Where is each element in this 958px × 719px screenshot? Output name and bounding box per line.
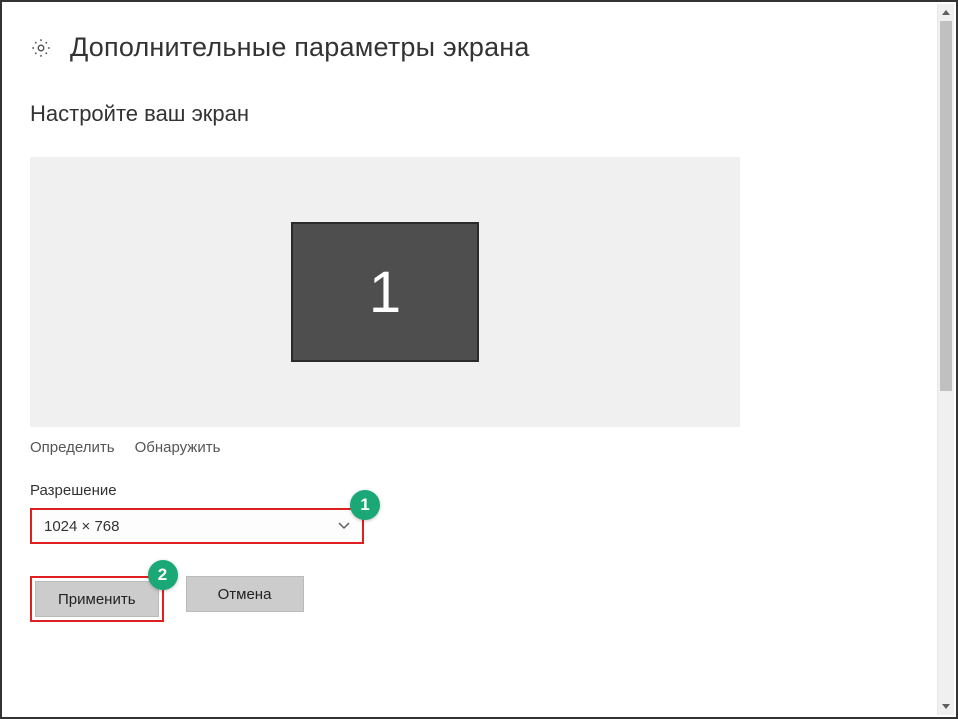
button-row: Применить 2 Отмена	[30, 576, 928, 622]
scroll-up-arrow-icon[interactable]	[938, 4, 954, 21]
resolution-value: 1024 × 768	[44, 518, 120, 535]
monitor-number: 1	[369, 259, 401, 326]
cancel-button[interactable]: Отмена	[186, 576, 304, 612]
vertical-scrollbar[interactable]	[937, 4, 954, 715]
page-title: Дополнительные параметры экрана	[70, 32, 530, 63]
monitor-thumbnail[interactable]: 1	[291, 222, 479, 362]
detect-link[interactable]: Обнаружить	[135, 439, 221, 456]
apply-button[interactable]: Применить	[35, 581, 159, 617]
scroll-down-arrow-icon[interactable]	[938, 698, 954, 715]
scroll-thumb[interactable]	[940, 21, 952, 391]
section-heading: Настройте ваш экран	[30, 101, 928, 127]
apply-button-highlight: Применить 2	[30, 576, 164, 622]
display-preview-area: 1	[30, 157, 740, 427]
resolution-label: Разрешение	[30, 482, 928, 499]
gear-icon	[30, 37, 52, 59]
callout-badge-2: 2	[148, 560, 178, 590]
resolution-dropdown[interactable]: 1024 × 768	[30, 508, 364, 544]
display-actions-row: Определить Обнаружить	[30, 439, 928, 456]
identify-link[interactable]: Определить	[30, 439, 115, 456]
chevron-down-icon	[338, 519, 350, 533]
page-header: Дополнительные параметры экрана	[30, 32, 928, 63]
resolution-dropdown-wrap: 1024 × 768 1	[30, 508, 364, 544]
callout-badge-1: 1	[350, 490, 380, 520]
